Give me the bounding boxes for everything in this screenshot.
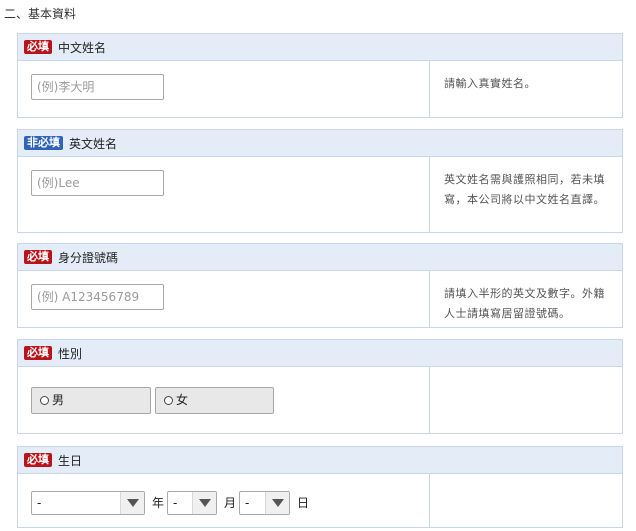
gender-male-radio[interactable]: 男 (31, 387, 151, 414)
chevron-down-icon (120, 492, 144, 514)
chinese-name-block: 必填 中文姓名 (例)李大明 請輸入真實姓名。 (17, 33, 623, 118)
birthday-note (430, 474, 622, 527)
id-number-input[interactable]: (例) A123456789 (31, 284, 164, 310)
gender-label: 性別 (58, 346, 83, 361)
radio-circle-icon (40, 396, 49, 405)
chinese-name-note: 請輸入真實姓名。 (444, 77, 536, 90)
birthday-year-value: - (37, 496, 42, 510)
english-name-header: 非必填 英文姓名 (18, 130, 622, 157)
gender-female-radio[interactable]: 女 (155, 387, 274, 414)
chinese-name-label: 中文姓名 (58, 40, 107, 55)
id-number-note: 請填入半形的英文及數字。外籍人士請填寫居留證號碼。 (444, 287, 605, 320)
english-name-label: 英文姓名 (69, 136, 118, 151)
id-number-block: 必填 身分證號碼 (例) A123456789 請填入半形的英文及數字。外籍人士… (17, 243, 623, 328)
birthday-month-value: - (173, 496, 178, 510)
english-name-block: 非必填 英文姓名 (例)Lee 英文姓名需與護照相同，若未填寫，本公司將以中文姓… (17, 129, 623, 233)
chinese-name-header: 必填 中文姓名 (18, 34, 622, 61)
birthday-day-value: - (245, 496, 250, 510)
day-unit-label: 日 (297, 496, 310, 510)
optional-badge: 非必填 (24, 136, 63, 150)
birthday-header: 必填 生日 (18, 447, 622, 474)
gender-female-label: 女 (176, 393, 189, 407)
id-number-header: 必填 身分證號碼 (18, 244, 622, 271)
gender-male-label: 男 (52, 393, 65, 407)
id-number-label: 身分證號碼 (58, 250, 119, 265)
chevron-down-icon (192, 492, 216, 514)
chevron-down-icon (265, 492, 289, 514)
birthday-month-select[interactable]: - (167, 491, 217, 515)
required-badge: 必填 (24, 40, 52, 54)
gender-block: 必填 性別 男 女 (17, 339, 623, 434)
chinese-name-input[interactable]: (例)李大明 (31, 74, 164, 100)
section-title: 二、基本資料 (4, 7, 77, 21)
gender-note (430, 367, 622, 433)
english-name-input[interactable]: (例)Lee (31, 170, 164, 196)
birthday-block: 必填 生日 - 年 - 月 - 日 (17, 446, 623, 528)
required-badge: 必填 (24, 250, 52, 264)
required-badge: 必填 (24, 453, 52, 467)
english-name-note: 英文姓名需與護照相同，若未填寫，本公司將以中文姓名直譯。 (444, 173, 605, 206)
year-unit-label: 年 (152, 496, 165, 510)
month-unit-label: 月 (224, 496, 237, 510)
radio-circle-icon (164, 396, 173, 405)
birthday-label: 生日 (58, 453, 83, 468)
birthday-year-select[interactable]: - (31, 491, 145, 515)
birthday-day-select[interactable]: - (239, 491, 290, 515)
gender-header: 必填 性別 (18, 340, 622, 367)
required-badge: 必填 (24, 346, 52, 360)
